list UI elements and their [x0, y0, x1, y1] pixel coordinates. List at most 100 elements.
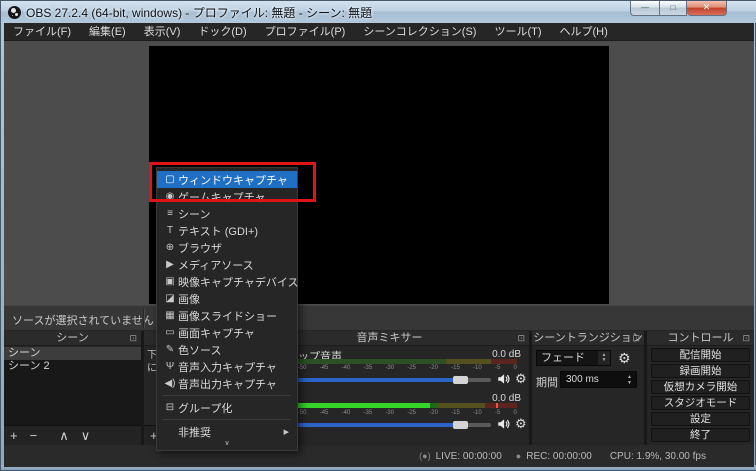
menu-item-display-capture[interactable]: ▭ 画面キャプチャ	[157, 324, 297, 341]
exit-button[interactable]: 終了	[651, 428, 750, 442]
channel-settings-gear-icon[interactable]: ⚙	[515, 416, 527, 432]
menu-item-scene[interactable]: ≡ シーン	[157, 205, 297, 222]
add-scene-button[interactable]: +	[4, 427, 24, 445]
live-time: LIVE: 00:00:00	[435, 450, 502, 462]
rec-indicator-icon: ●	[515, 451, 522, 461]
tick-label: -15	[451, 410, 460, 416]
transition-settings-gear-icon[interactable]: ⚙	[618, 350, 631, 367]
dock-menu-icon[interactable]: ⊡	[742, 331, 750, 346]
tick-label: -10	[473, 410, 482, 416]
menu-edit[interactable]: 編集(E)	[80, 23, 135, 41]
menu-item-video-capture-device[interactable]: ▣ 映像キャプチャデバイス	[157, 273, 298, 290]
start-streaming-button[interactable]: 配信開始	[651, 348, 750, 362]
image-icon: ◪	[165, 293, 175, 304]
channel-settings-gear-icon[interactable]: ⚙	[515, 371, 527, 387]
studio-mode-button[interactable]: スタジオモード	[651, 396, 750, 410]
duration-value: 300 ms	[566, 374, 599, 385]
preview-area	[4, 41, 754, 305]
toolbar-separator	[143, 309, 145, 328]
display-capture-icon: ▭	[165, 327, 175, 338]
transition-selected-value: フェード	[541, 352, 585, 364]
duration-spinbox[interactable]: 300 ms ▲ ▼	[560, 371, 637, 388]
text-gdi-icon: T	[166, 225, 174, 236]
list-item[interactable]: シーン 2	[4, 360, 141, 373]
meter-yellow-segment	[438, 403, 486, 408]
menu-item-color-source[interactable]: ✎ 色ソース	[157, 341, 297, 358]
speaker-icon[interactable]	[496, 372, 511, 386]
tick-label: -25	[407, 365, 417, 371]
menu-file[interactable]: ファイル(F)	[4, 23, 80, 41]
audio-output-capture-icon: ◀)	[164, 378, 176, 389]
menu-bar: ファイル(F) 編集(E) 表示(V) ドック(D) プロファイル(P) シーン…	[4, 23, 754, 41]
menu-scroll-down-indicator[interactable]: ∨	[157, 440, 297, 448]
tick-label: -45	[319, 410, 329, 416]
menu-item-text-gdi[interactable]: T テキスト (GDI+)	[157, 222, 297, 239]
tick-label: -30	[385, 365, 395, 371]
title-bar[interactable]: OBS 27.2.4 (64-bit, windows) - プロファイル: 無…	[1, 1, 756, 23]
meter-yellow-segment	[445, 359, 491, 364]
color-source-icon: ✎	[165, 344, 175, 355]
submenu-arrow-icon: ▶	[283, 428, 289, 436]
menu-view[interactable]: 表示(V)	[135, 23, 190, 41]
minimize-button[interactable]: —	[630, 1, 659, 16]
controls-dock-header[interactable]: コントロール ⊡	[647, 331, 754, 346]
dock-menu-icon[interactable]: ⊡	[517, 331, 525, 346]
speaker-icon[interactable]	[496, 417, 511, 431]
scenes-dock-header[interactable]: シーン ⊡	[4, 331, 141, 346]
scenes-dock-title: シーン	[56, 332, 89, 344]
transitions-dock-header[interactable]: シーントランジション ⊡	[532, 331, 644, 346]
start-virtual-camera-button[interactable]: 仮想カメラ開始	[651, 380, 750, 394]
meter-red-segment	[490, 359, 517, 364]
dock-menu-icon[interactable]: ⊡	[632, 331, 640, 346]
volume-slider-handle[interactable]	[453, 376, 469, 384]
browser-icon: ⊕	[165, 242, 175, 253]
dock-menu-icon[interactable]: ⊡	[129, 331, 137, 346]
menu-item-media-source[interactable]: ▶ メディアソース	[157, 256, 297, 273]
menu-item-group[interactable]: ⊟ グループ化	[157, 399, 297, 416]
image-slideshow-icon: ▦	[165, 310, 175, 321]
menu-tools[interactable]: ツール(T)	[485, 23, 550, 41]
tick-label: -15	[451, 365, 460, 371]
group-icon: ⊟	[165, 402, 175, 413]
tick-label: -40	[341, 365, 351, 371]
chevron-down-icon: ▼	[601, 357, 607, 363]
tick-label: -45	[319, 365, 329, 371]
tick-label: -40	[341, 410, 351, 416]
menu-scene-collection[interactable]: シーンコレクション(S)	[354, 23, 485, 41]
menu-docks[interactable]: ドック(D)	[189, 23, 255, 41]
scenes-toolbar: + − ∧ ∨	[4, 425, 141, 445]
tick-label: -25	[407, 410, 417, 416]
combo-arrows[interactable]: ▲ ▼	[598, 351, 610, 365]
transition-select[interactable]: フェード ▲ ▼	[536, 350, 611, 366]
menu-item-image-slideshow[interactable]: ▦ 画像スライドショー	[157, 307, 297, 324]
chevron-down-icon: ▼	[627, 379, 632, 386]
meter-green-segment	[430, 403, 439, 408]
menu-item-deprecated[interactable]: 非推奨 ▶	[157, 423, 297, 440]
menu-profile[interactable]: プロファイル(P)	[256, 23, 355, 41]
volume-slider-handle[interactable]	[453, 421, 469, 429]
settings-button[interactable]: 設定	[651, 412, 750, 426]
menu-item-image[interactable]: ◪ 画像	[157, 290, 297, 307]
scenes-dock: シーン ⊡ シーン シーン 2 + − ∧ ∨	[4, 331, 141, 445]
list-item[interactable]: シーン	[4, 347, 141, 360]
window-controls: — □ ✕	[630, 1, 727, 16]
audio-input-capture-icon: Ψ	[165, 361, 175, 372]
remove-scene-button[interactable]: −	[24, 427, 44, 445]
move-scene-up-button[interactable]: ∧	[53, 427, 75, 445]
move-scene-down-button[interactable]: ∨	[75, 427, 97, 445]
spinbox-arrows[interactable]: ▲ ▼	[624, 372, 635, 387]
tick-label: -5	[494, 365, 501, 371]
tick-label: -30	[385, 410, 395, 416]
menu-help[interactable]: ヘルプ(H)	[551, 23, 617, 41]
transitions-dock-title: シーントランジション	[533, 332, 643, 344]
menu-item-audio-output-capture[interactable]: ◀) 音声出力キャプチャ	[157, 375, 297, 392]
close-button[interactable]: ✕	[687, 1, 727, 16]
menu-item-browser[interactable]: ⊕ ブラウザ	[157, 239, 297, 256]
maximize-button[interactable]: □	[659, 1, 687, 16]
obs-logo-icon	[8, 5, 21, 19]
tick-label: -10	[473, 365, 482, 371]
add-source-context-menu: ▢ ウィンドウキャプチャ ◉ ゲームキャプチャ ≡ シーン T テキスト (GD…	[156, 167, 299, 451]
menu-separator	[163, 419, 291, 420]
menu-item-audio-input-capture[interactable]: Ψ 音声入力キャプチャ	[157, 358, 297, 375]
start-recording-button[interactable]: 録画開始	[651, 364, 750, 378]
